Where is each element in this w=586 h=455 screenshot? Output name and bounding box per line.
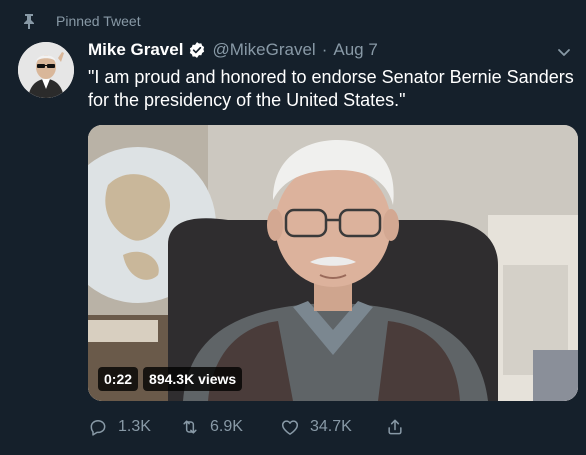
retweet-count: 6.9K xyxy=(210,418,243,435)
like-button[interactable]: 34.7K xyxy=(280,417,385,437)
retweet-button[interactable]: 6.9K xyxy=(180,417,280,437)
retweet-icon xyxy=(183,420,197,434)
like-icon xyxy=(281,420,299,435)
pinned-indicator: Pinned Tweet xyxy=(24,13,141,29)
chevron-down-icon[interactable] xyxy=(556,44,572,60)
header-separator: · xyxy=(321,40,328,59)
tweet-actions: 1.3K 6.9K 34.7K xyxy=(88,417,405,437)
author-name[interactable]: Mike Gravel xyxy=(88,40,183,60)
avatar[interactable] xyxy=(18,42,74,98)
video-player[interactable]: 0:22 894.3K views xyxy=(88,125,578,401)
pin-icon xyxy=(22,13,36,29)
like-count: 34.7K xyxy=(310,418,352,435)
video-badges: 0:22 894.3K views xyxy=(98,367,243,391)
video-duration: 0:22 xyxy=(98,367,139,391)
video-thumbnail xyxy=(88,125,578,401)
tweet-text: "I am proud and honored to endorse Senat… xyxy=(88,67,574,110)
share-button[interactable] xyxy=(385,417,405,437)
reply-button[interactable]: 1.3K xyxy=(88,417,180,437)
author-handle[interactable]: @MikeGravel xyxy=(212,40,315,60)
tweet-header: Mike Gravel @MikeGravel · Aug 7 xyxy=(88,40,378,60)
video-views: 894.3K views xyxy=(143,367,243,391)
reply-count: 1.3K xyxy=(118,418,151,435)
pinned-label: Pinned Tweet xyxy=(56,13,141,29)
tweet-card[interactable]: Pinned Tweet Mike Gravel @MikeGravel · A… xyxy=(0,0,586,455)
share-icon xyxy=(388,419,402,435)
verified-badge-icon xyxy=(188,41,206,59)
tweet-date[interactable]: Aug 7 xyxy=(333,40,377,60)
reply-icon xyxy=(90,420,106,436)
